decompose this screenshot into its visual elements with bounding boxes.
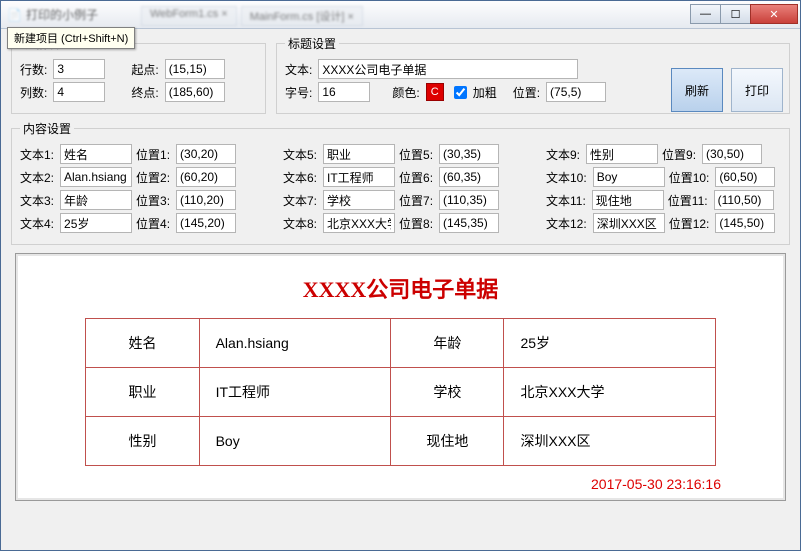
text-input-1[interactable] (60, 144, 132, 164)
pos-label: 位置1: (136, 146, 170, 163)
text-input-12[interactable] (593, 213, 665, 233)
pos-label: 位置10: (669, 169, 710, 186)
pos-label: 位置8: (399, 215, 433, 232)
color-label: 颜色: (392, 84, 419, 101)
text-label: 文本6: (283, 169, 317, 186)
pos-label: 位置9: (662, 146, 696, 163)
cols-input[interactable] (53, 82, 105, 102)
preview-cell: 学校 (391, 368, 504, 417)
text-input-2[interactable] (60, 167, 132, 187)
text-input-6[interactable] (323, 167, 395, 187)
group-title-legend: 标题设置 (285, 35, 339, 52)
pos-input-2[interactable] (176, 167, 236, 187)
text-label: 文本4: (20, 215, 54, 232)
text-label: 文本5: (283, 146, 317, 163)
text-input-10[interactable] (593, 167, 665, 187)
pos-label: 位置2: (136, 169, 170, 186)
text-label: 文本12: (546, 215, 587, 232)
text-label: 文本3: (20, 192, 54, 209)
text-input-3[interactable] (60, 190, 132, 210)
titletext-input[interactable] (318, 59, 578, 79)
end-label: 终点: (131, 84, 158, 101)
preview-cell: 25岁 (504, 319, 715, 368)
text-input-8[interactable] (323, 213, 395, 233)
bold-label: 加粗 (473, 84, 497, 101)
text-label: 文本11: (546, 192, 586, 209)
preview-cell: 年龄 (391, 319, 504, 368)
text-input-9[interactable] (586, 144, 658, 164)
pos-label: 位置7: (399, 192, 433, 209)
window-title: 📄 打印的小例子 (7, 6, 98, 23)
preview-panel: XXXX公司电子单据 姓名Alan.hsiang年龄25岁职业IT工程师学校北京… (15, 253, 786, 501)
maximize-button[interactable]: ☐ (720, 4, 750, 24)
refresh-button[interactable]: 刷新 (671, 68, 723, 112)
pos-input-10[interactable] (715, 167, 775, 187)
cols-label: 列数: (20, 84, 47, 101)
close-button[interactable]: ✕ (750, 4, 798, 24)
preview-cell: 深圳XXX区 (504, 417, 715, 466)
title-bar: 📄 打印的小例子 WebForm1.cs ×MainForm.cs [设计] ×… (1, 1, 800, 29)
preview-timestamp: 2017-05-30 23:16:16 (34, 476, 721, 492)
title-text: 打印的小例子 (26, 6, 98, 23)
text-label: 文本8: (283, 215, 317, 232)
text-label: 文本7: (283, 192, 317, 209)
minimize-button[interactable]: — (690, 4, 720, 24)
preview-cell: IT工程师 (199, 368, 391, 417)
text-label: 文本1: (20, 146, 54, 163)
app-icon: 📄 (7, 8, 22, 22)
pos-input-8[interactable] (439, 213, 499, 233)
app-window: 📄 打印的小例子 WebForm1.cs ×MainForm.cs [设计] ×… (0, 0, 801, 551)
titletext-label: 文本: (285, 61, 312, 78)
preview-cell: 现住地 (391, 417, 504, 466)
preview-cell: 职业 (86, 368, 199, 417)
pos-input-9[interactable] (702, 144, 762, 164)
start-input[interactable] (165, 59, 225, 79)
bold-checkbox[interactable] (454, 86, 467, 99)
rows-label: 行数: (20, 61, 47, 78)
color-swatch[interactable]: C (426, 83, 444, 101)
preview-cell: Alan.hsiang (199, 319, 391, 368)
pos-input-3[interactable] (176, 190, 236, 210)
pos-label: 位置4: (136, 215, 170, 232)
print-button[interactable]: 打印 (731, 68, 783, 112)
rows-input[interactable] (53, 59, 105, 79)
preview-title: XXXX公司电子单据 (34, 272, 767, 304)
preview-cell: Boy (199, 417, 391, 466)
text-label: 文本2: (20, 169, 54, 186)
group-title-settings: 标题设置 文本: 字号: 颜色: C 加粗 位置: (276, 35, 790, 114)
fontsize-label: 字号: (285, 84, 312, 101)
pos-label: 位置5: (399, 146, 433, 163)
pos-input-11[interactable] (714, 190, 774, 210)
fontsize-input[interactable] (318, 82, 370, 102)
titlepos-input[interactable] (546, 82, 606, 102)
preview-cell: 性别 (86, 417, 199, 466)
pos-input-1[interactable] (176, 144, 236, 164)
titlepos-label: 位置: (513, 84, 540, 101)
text-label: 文本10: (546, 169, 587, 186)
editor-tabs-blur: WebForm1.cs ×MainForm.cs [设计] × (141, 6, 363, 26)
text-label: 文本9: (546, 146, 580, 163)
preview-table: 姓名Alan.hsiang年龄25岁职业IT工程师学校北京XXX大学性别Boy现… (85, 318, 715, 466)
text-input-7[interactable] (323, 190, 395, 210)
pos-input-6[interactable] (439, 167, 499, 187)
tooltip: 新建项目 (Ctrl+Shift+N) (7, 27, 135, 49)
group-content-legend: 内容设置 (20, 120, 74, 137)
start-label: 起点: (131, 61, 158, 78)
pos-label: 位置12: (669, 215, 710, 232)
text-input-11[interactable] (592, 190, 664, 210)
pos-label: 位置3: (136, 192, 170, 209)
pos-input-5[interactable] (439, 144, 499, 164)
preview-cell: 姓名 (86, 319, 199, 368)
pos-label: 位置6: (399, 169, 433, 186)
group-content-settings: 内容设置 文本1: 位置1: 文本2: 位置2: 文本3: 位置3: 文本4: 位置4: 文本5… (11, 120, 790, 245)
pos-input-12[interactable] (715, 213, 775, 233)
pos-input-7[interactable] (439, 190, 499, 210)
preview-cell: 北京XXX大学 (504, 368, 715, 417)
end-input[interactable] (165, 82, 225, 102)
text-input-5[interactable] (323, 144, 395, 164)
text-input-4[interactable] (60, 213, 132, 233)
pos-label: 位置11: (668, 192, 708, 209)
pos-input-4[interactable] (176, 213, 236, 233)
